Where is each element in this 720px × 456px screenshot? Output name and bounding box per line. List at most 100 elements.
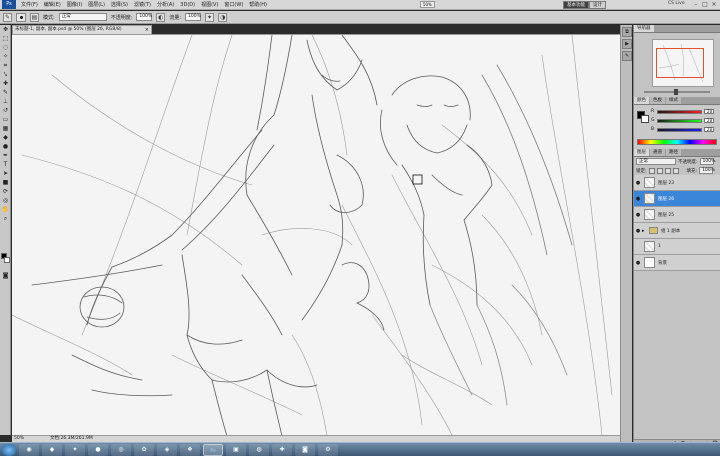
tab-swatches[interactable]: 色板 xyxy=(650,97,665,104)
lock-all-icon[interactable] xyxy=(672,167,679,174)
channel-r-value[interactable]: 28 xyxy=(704,109,714,114)
layer-row[interactable]: ● 图层 25 xyxy=(634,207,720,223)
document-canvas[interactable] xyxy=(12,34,620,435)
actions-panel-icon[interactable]: ▶ xyxy=(622,39,632,49)
maximize-icon[interactable]: □ xyxy=(701,1,709,9)
zoom-level-box[interactable]: 50% xyxy=(419,1,435,8)
tab-styles[interactable]: 样式 xyxy=(666,97,681,104)
pressure-size-icon[interactable]: ◑ xyxy=(218,12,228,22)
channel-r-slider[interactable] xyxy=(657,109,702,114)
gradient-icon[interactable]: ▦ xyxy=(1,125,10,133)
workspace-basic-button[interactable]: 基本功能 xyxy=(563,1,589,9)
shape-icon[interactable]: ■ xyxy=(1,179,10,187)
layer-row[interactable]: ● 图层 23 xyxy=(634,175,720,191)
foreground-background-swatches[interactable] xyxy=(1,253,10,263)
blur-icon[interactable]: ◆ xyxy=(1,134,10,142)
cs-live-button[interactable]: CS Live xyxy=(668,1,685,6)
marquee-icon[interactable]: ⬚ xyxy=(1,35,10,43)
navigator-thumbnail[interactable] xyxy=(652,39,714,87)
menu-view[interactable]: 视图(V) xyxy=(198,1,221,8)
menu-select[interactable]: 选择(S) xyxy=(108,1,131,8)
tab-channels[interactable]: 通道 xyxy=(650,149,665,156)
layer-row-background[interactable]: ● 背景 xyxy=(634,255,720,271)
clone-stamp-icon[interactable]: ⊥ xyxy=(1,98,10,106)
menu-analysis[interactable]: 分析(A) xyxy=(154,1,177,8)
flow-field[interactable]: 100% xyxy=(185,13,202,21)
blend-mode-select[interactable]: 正常 xyxy=(636,158,676,165)
lock-position-icon[interactable] xyxy=(664,167,671,174)
workspace-design-button[interactable]: 设计 xyxy=(589,1,606,9)
taskbar-app-icon[interactable]: ◈ xyxy=(157,443,177,456)
tab-layers[interactable]: 图层 xyxy=(634,149,649,156)
channel-g-slider[interactable] xyxy=(657,118,702,123)
type-icon[interactable]: T xyxy=(1,161,10,169)
taskbar-app-icon[interactable]: ⚙ xyxy=(318,443,338,456)
taskbar-app-icon[interactable]: ✚ xyxy=(272,443,292,456)
taskbar-app-icon[interactable]: ✿ xyxy=(134,443,154,456)
brush-icon[interactable]: ✎ xyxy=(1,89,10,97)
mode-select[interactable]: 正常 xyxy=(58,13,107,21)
eye-icon[interactable]: ● xyxy=(634,196,642,202)
minimize-icon[interactable]: – xyxy=(692,1,700,9)
channel-b-value[interactable]: 28 xyxy=(704,127,714,132)
group-expand-icon[interactable]: ▸ xyxy=(642,228,647,234)
taskbar-photoshop[interactable]: Ps xyxy=(203,443,223,456)
close-icon[interactable]: × xyxy=(710,1,718,9)
taskbar-app-icon[interactable]: ◉ xyxy=(19,443,39,456)
tab-paths[interactable]: 路径 xyxy=(666,149,681,156)
hand-icon[interactable]: ✋ xyxy=(1,206,10,214)
eraser-icon[interactable]: ▭ xyxy=(1,116,10,124)
tab-navigator[interactable]: 导航器 xyxy=(634,25,654,32)
eye-icon[interactable]: ● xyxy=(634,260,642,266)
eyedropper-icon[interactable]: ⤥ xyxy=(1,71,10,79)
menu-layer[interactable]: 图层(L) xyxy=(85,1,108,8)
navigator-view-rectangle[interactable] xyxy=(656,48,704,78)
fill-field[interactable]: 100% xyxy=(699,167,715,174)
move-icon[interactable]: ✥ xyxy=(1,26,10,34)
pressure-opacity-icon[interactable]: ◐ xyxy=(156,12,166,22)
channel-g-value[interactable]: 28 xyxy=(704,118,714,123)
taskbar-app-icon[interactable]: ❖ xyxy=(180,443,200,456)
lasso-icon[interactable]: ◌ xyxy=(1,44,10,52)
path-select-icon[interactable]: ➤ xyxy=(1,170,10,178)
lock-transparency-icon[interactable] xyxy=(648,167,655,174)
background-color-swatch[interactable] xyxy=(4,257,10,263)
navigator-zoom-knob[interactable] xyxy=(674,89,678,95)
quick-mask-icon[interactable]: ◙ xyxy=(1,272,10,280)
3d-camera-icon[interactable]: ◎ xyxy=(1,197,10,205)
layer-opacity-field[interactable]: 100% xyxy=(699,158,715,165)
airbrush-icon[interactable]: ✦ xyxy=(205,12,215,22)
crop-icon[interactable]: ⌗ xyxy=(1,62,10,70)
navigator-zoom-slider[interactable] xyxy=(636,89,719,95)
lock-pixels-icon[interactable] xyxy=(656,167,663,174)
healing-icon[interactable]: ✚ xyxy=(1,80,10,88)
taskbar-app-icon[interactable]: ◍ xyxy=(249,443,269,456)
taskbar-app-icon[interactable]: ◙ xyxy=(295,443,315,456)
history-brush-icon[interactable]: ↺ xyxy=(1,107,10,115)
document-close-icon[interactable]: × xyxy=(145,26,149,34)
menu-3d[interactable]: 3D(D) xyxy=(177,2,198,8)
start-button[interactable] xyxy=(2,443,16,456)
pen-icon[interactable]: ✒ xyxy=(1,152,10,160)
color-panel-background-swatch[interactable] xyxy=(641,115,649,123)
menu-help[interactable]: 帮助(H) xyxy=(246,1,270,8)
color-spectrum-bar[interactable] xyxy=(637,139,717,145)
quick-select-icon[interactable]: ✧ xyxy=(1,53,10,61)
layer-row[interactable]: 1 xyxy=(634,239,720,255)
taskbar-app-icon[interactable]: ◎ xyxy=(111,443,131,456)
menu-window[interactable]: 窗口(W) xyxy=(221,1,246,8)
layer-group-row[interactable]: ● ▸ 组 1 副本 xyxy=(634,223,720,239)
menu-filter[interactable]: 滤镜(T) xyxy=(131,1,154,8)
brush-tool-icon[interactable]: ✎ xyxy=(3,12,12,22)
menu-edit[interactable]: 编辑(E) xyxy=(41,1,64,8)
eye-icon[interactable]: ● xyxy=(634,228,642,234)
tab-color[interactable]: 颜色 xyxy=(634,97,649,104)
taskbar-app-icon[interactable]: ✦ xyxy=(65,443,85,456)
zoom-icon[interactable]: ⌕ xyxy=(1,215,10,223)
document-tab[interactable]: 未标题-1, 副本, 副本.psd @ 50% (图层 26, RGB/8) × xyxy=(12,25,152,34)
3d-rotate-icon[interactable]: ⟳ xyxy=(1,188,10,196)
menu-file[interactable]: 文件(F) xyxy=(18,1,41,8)
taskbar-app-icon[interactable]: ▣ xyxy=(226,443,246,456)
dodge-icon[interactable]: ● xyxy=(1,143,10,151)
taskbar-app-icon[interactable]: ◆ xyxy=(42,443,62,456)
